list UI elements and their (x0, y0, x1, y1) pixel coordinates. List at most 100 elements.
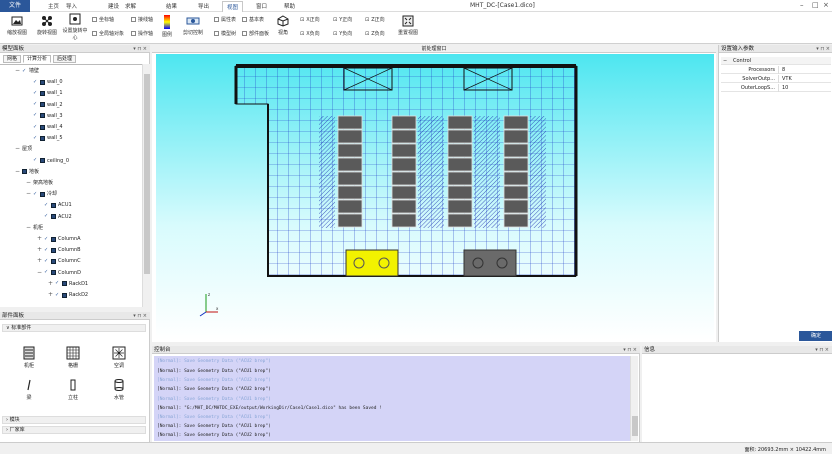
part-beam[interactable]: 梁 (14, 378, 44, 401)
collapse-icon[interactable]: − (15, 145, 20, 153)
3d-canvas[interactable]: z x (156, 54, 714, 340)
part-air-conditioner[interactable]: 空调 (104, 346, 134, 369)
tree-node[interactable]: + ✓ RackD1 (48, 280, 88, 288)
tree-node[interactable]: ✓ wall_4 (26, 123, 63, 131)
tree-node[interactable]: − ✓ 冷却 (26, 190, 57, 198)
menu-import[interactable]: 导入 (66, 2, 77, 10)
prop-solver-output[interactable]: SolverOutp... VTK (721, 75, 831, 83)
tree-node[interactable]: ✓ wall_2 (26, 101, 63, 109)
tree-node[interactable]: − 机柜 (26, 224, 43, 232)
expand-icon[interactable]: + (48, 280, 53, 288)
check-icon[interactable]: ✓ (33, 79, 38, 85)
menu-solve[interactable]: 求解 (125, 2, 136, 10)
check-icon[interactable]: ✓ (22, 68, 27, 74)
menu-export[interactable]: 导出 (198, 2, 209, 10)
minimize-icon[interactable]: – (800, 1, 804, 9)
part-grille[interactable]: 格栅 (58, 346, 88, 369)
rotate-view-button[interactable]: 旋转视图 (33, 15, 61, 36)
reset-view-button[interactable]: 重置视图 (395, 15, 421, 36)
set-rotation-center-button[interactable]: 设置旋转中心 (62, 13, 88, 41)
check-icon[interactable]: ✓ (33, 135, 38, 141)
scrollbar-thumb[interactable] (144, 74, 150, 274)
tree-node[interactable]: − 地板 (15, 168, 39, 176)
check-icon[interactable]: ✓ (33, 191, 38, 197)
tree-node[interactable]: − ✓ 墙壁 (15, 67, 39, 75)
legend-button[interactable]: 图例 (160, 15, 174, 38)
y-positive-button[interactable]: ⊡ Y正向 (333, 16, 352, 24)
property-table-checkbox[interactable]: 属性表 (214, 16, 236, 23)
tree-node[interactable]: + ✓ ColumnA (37, 235, 81, 243)
global-axis-checkbox[interactable]: 全局轴对象 (92, 30, 124, 37)
maximize-icon[interactable]: □ (812, 1, 819, 9)
console-log[interactable]: [Normal]: Save Geometry Data ("ACU2 brep… (154, 356, 638, 441)
tree-node[interactable]: + ✓ ColumnB (37, 246, 81, 254)
model-tree-checkbox[interactable]: 模型树 (214, 30, 236, 37)
check-icon[interactable]: ✓ (44, 258, 49, 264)
collapse-icon[interactable]: − (15, 67, 20, 75)
section-modules[interactable]: › 模块 (2, 416, 146, 424)
basic-table-checkbox[interactable]: 基本表 (242, 16, 264, 23)
console-scrollbar[interactable] (630, 356, 638, 441)
x-positive-button[interactable]: ⊡ X正向 (300, 16, 320, 24)
y-negative-button[interactable]: ⊡ Y负向 (333, 30, 352, 38)
panel-controls-icon[interactable]: ▾ ⊓ × (623, 346, 637, 354)
tree-node[interactable]: ✓ ceiling_0 (26, 157, 69, 165)
menu-home[interactable]: 主页 (48, 2, 59, 10)
section-standard-parts[interactable]: ∨ 标准部件 (2, 324, 146, 332)
tree-node[interactable]: − 架高地板 (26, 179, 53, 187)
tree-node[interactable]: ✓ wall_3 (26, 112, 63, 120)
menu-view[interactable]: 视图 (222, 1, 244, 12)
check-icon[interactable]: ✓ (55, 281, 60, 286)
expand-icon[interactable]: + (37, 235, 42, 243)
tree-node[interactable]: ✓ wall_0 (26, 78, 63, 86)
part-panel-checkbox[interactable]: 部件面板 (242, 30, 269, 37)
collapse-icon[interactable]: − (26, 190, 31, 198)
panel-controls-icon[interactable]: ▾ ⊓ × (133, 45, 147, 53)
scrollbar-thumb[interactable] (632, 416, 638, 436)
tab-postprocess[interactable]: 后处理 (53, 55, 77, 63)
panel-controls-icon[interactable]: ▾ ⊓ × (816, 45, 830, 53)
menu-result[interactable]: 结果 (166, 2, 177, 10)
operate-axis-checkbox[interactable]: 操作轴 (131, 30, 153, 37)
tree-node[interactable]: ✓ ACU2 (37, 213, 72, 221)
section-vendor-library[interactable]: › 厂家库 (2, 426, 146, 434)
tree-node[interactable]: − ✓ ColumnD (37, 269, 81, 277)
check-icon[interactable]: ✓ (33, 158, 38, 163)
view-angle-button[interactable]: 视角 (275, 15, 291, 36)
check-icon[interactable]: ✓ (33, 124, 38, 130)
tree-node[interactable]: ✓ wall_1 (26, 89, 63, 97)
check-icon[interactable]: ✓ (44, 247, 49, 253)
collapse-icon[interactable]: − (26, 179, 31, 187)
menu-build[interactable]: 建设 (108, 2, 119, 10)
control-group[interactable]: − Control (721, 57, 831, 65)
menu-file[interactable]: 文件 (0, 0, 30, 12)
check-icon[interactable]: ✓ (44, 270, 49, 275)
zoom-view-button[interactable]: 缩放视图 (3, 15, 31, 36)
check-icon[interactable]: ✓ (55, 292, 60, 298)
prop-outer-loop[interactable]: OuterLoopS... 10 (721, 84, 831, 92)
clip-control-button[interactable]: 剪切控制 (180, 15, 206, 36)
expand-icon[interactable]: + (37, 246, 42, 254)
tree-scrollbar[interactable] (142, 64, 150, 307)
collapse-icon[interactable]: − (37, 269, 42, 277)
prop-processors[interactable]: Processors 8 (721, 66, 831, 74)
check-icon[interactable]: ✓ (33, 90, 38, 96)
menu-help[interactable]: 帮助 (284, 2, 295, 10)
part-water-pipe[interactable]: 水管 (104, 378, 134, 401)
collapse-icon[interactable]: − (15, 168, 20, 176)
check-icon[interactable]: ✓ (44, 214, 49, 219)
tab-analysis[interactable]: 计算分析 (23, 55, 52, 63)
collapse-icon[interactable]: − (26, 224, 31, 232)
axis-checkbox[interactable]: 坐标轴 (92, 16, 114, 23)
part-cabinet[interactable]: 机柜 (14, 346, 44, 369)
tab-mesh[interactable]: 网格 (3, 55, 22, 63)
confirm-button[interactable]: 确定 (799, 331, 832, 341)
check-icon[interactable]: ✓ (33, 102, 38, 107)
panel-controls-icon[interactable]: ▾ ⊓ × (133, 312, 147, 320)
expand-icon[interactable]: + (37, 257, 42, 265)
tree-node[interactable]: − 屋顶 (15, 145, 32, 153)
wire-axis-checkbox[interactable]: 接线轴 (131, 16, 153, 23)
expand-icon[interactable]: + (48, 291, 53, 299)
check-icon[interactable]: ✓ (44, 236, 49, 242)
close-icon[interactable]: × (823, 1, 829, 9)
